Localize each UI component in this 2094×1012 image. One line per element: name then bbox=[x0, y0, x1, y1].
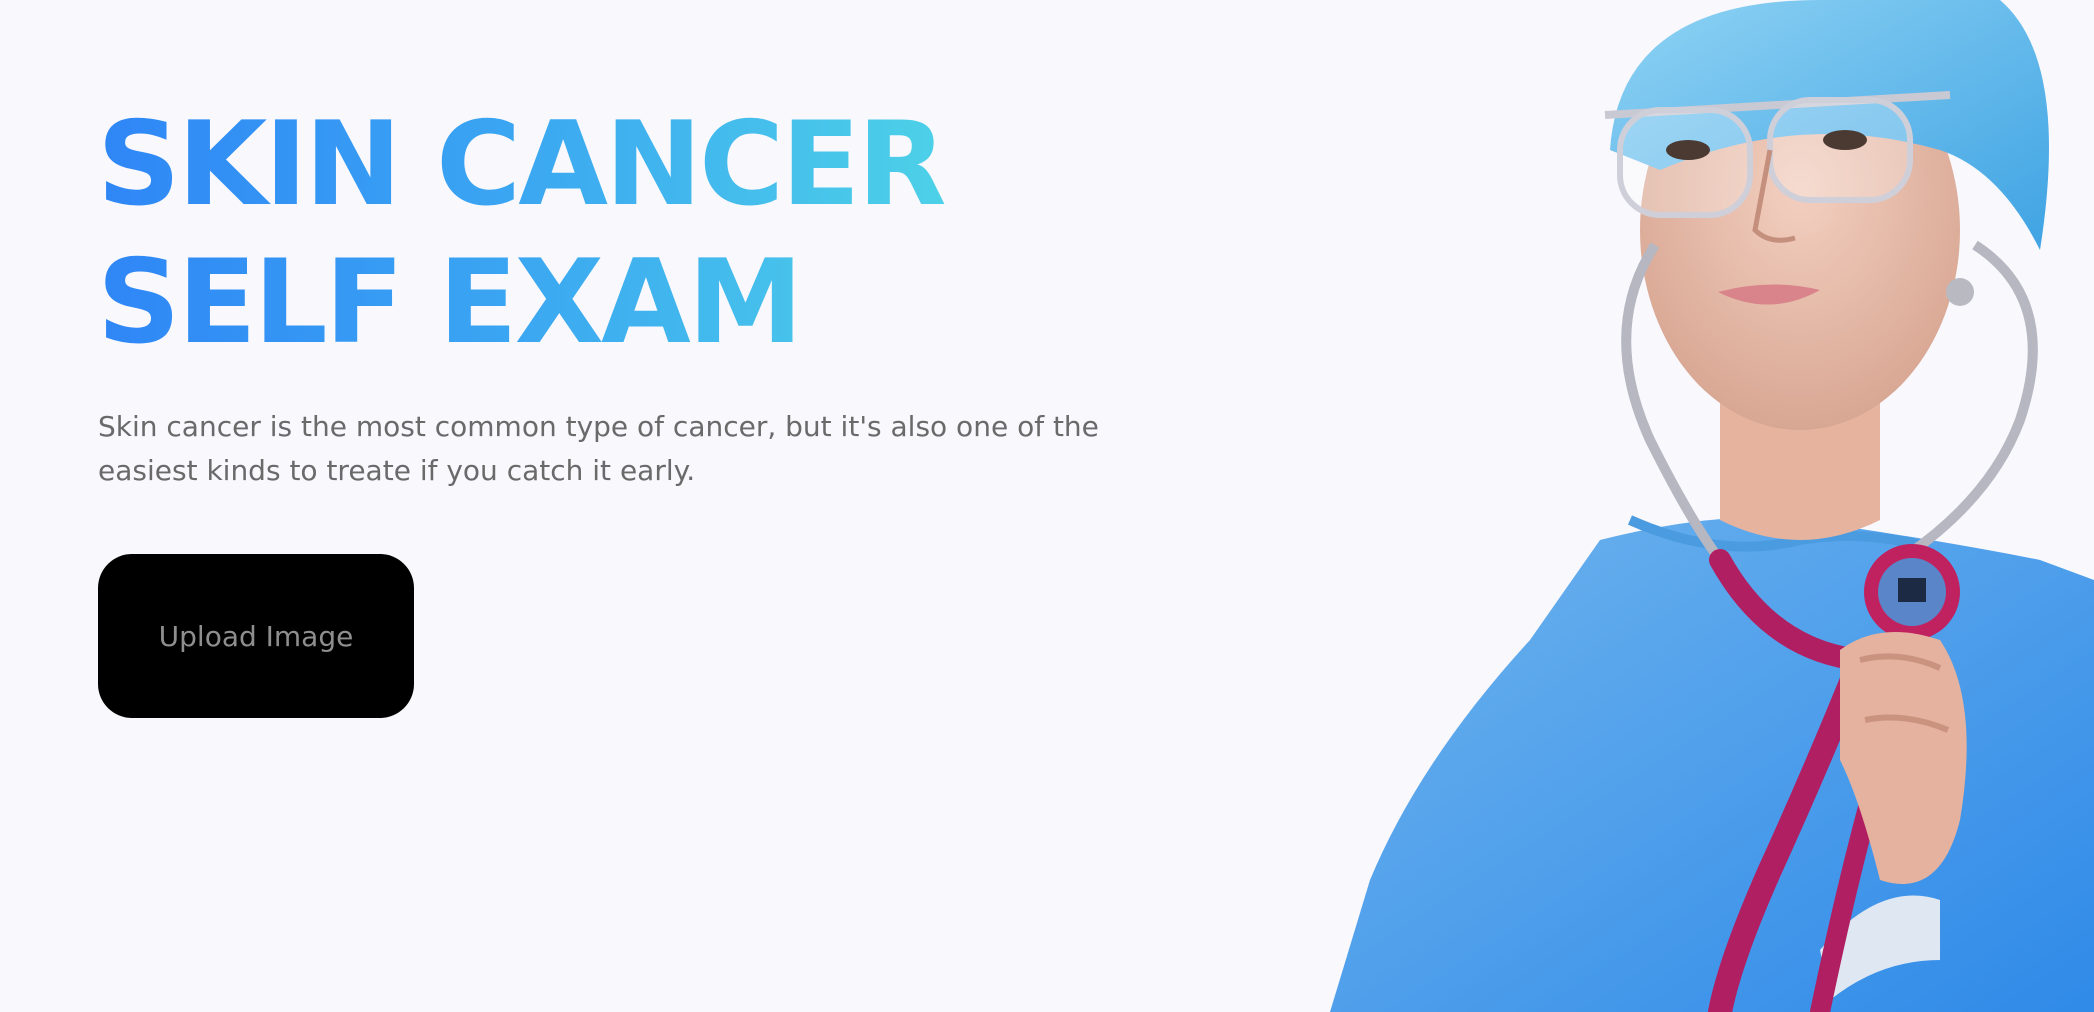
hero-description: Skin cancer is the most common type of c… bbox=[98, 410, 1099, 487]
page-title: SKIN CANCER SELF EXAM bbox=[97, 96, 997, 372]
hero-section: SKIN CANCER SELF EXAM Skin cancer is the… bbox=[0, 0, 2094, 1012]
title-line-1: SKIN CANCER bbox=[97, 97, 944, 232]
title-line-2: SELF EXAM bbox=[97, 235, 801, 370]
doctor-photo bbox=[1330, 0, 2094, 1012]
upload-image-button[interactable]: Upload Image bbox=[98, 554, 414, 718]
